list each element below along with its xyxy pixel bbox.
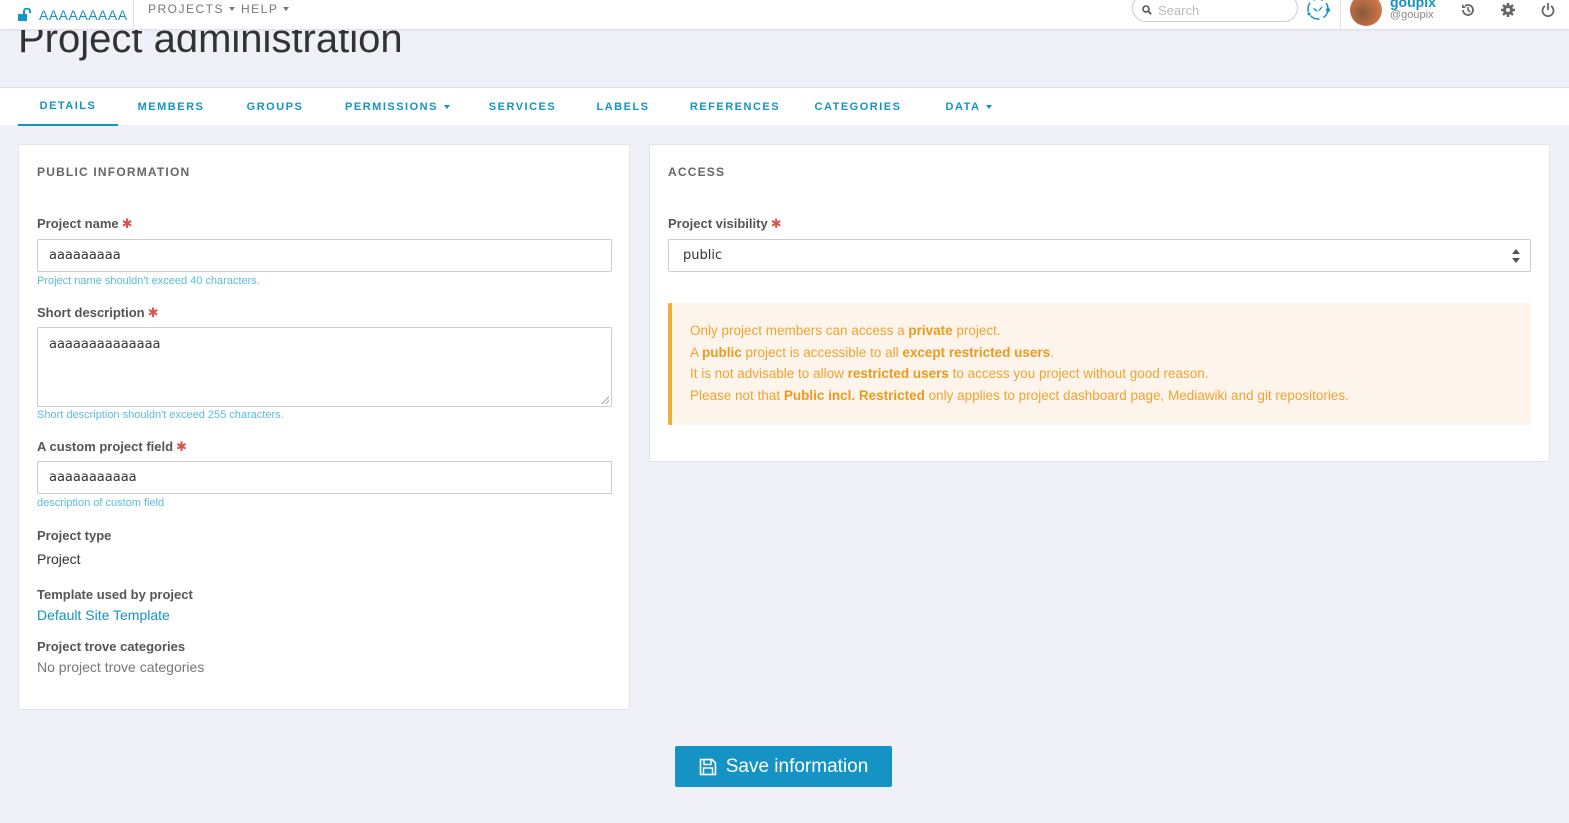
tab-label: CATEGORIES [814,101,902,113]
trove-value: No project trove categories [37,659,205,675]
select-arrows-icon [1512,249,1520,263]
section-title: ACCESS [668,165,726,179]
power-icon[interactable] [1540,2,1556,18]
projects-menu-label: PROJECTS [148,2,225,16]
alert-line: A public project is accessible to all ex… [690,344,1054,360]
alert-line: Please not that Public incl. Restricted … [690,387,1349,403]
alert-line: Only project members can access a privat… [690,323,1001,338]
app-logo-icon[interactable] [1305,0,1331,22]
help-menu-label: HELP [241,2,279,16]
divider [133,0,134,30]
project-visibility-select[interactable]: public [668,239,1531,272]
tab-services[interactable]: SERVICES [485,88,560,126]
project-type-value: Project [37,551,81,567]
save-information-button[interactable]: Save information [675,746,892,787]
public-information-card: PUBLIC INFORMATION Project name ✱ aaaaaaa… [18,144,630,710]
required-icon: ✱ [121,216,133,231]
input-value: aaaaaaaaa [49,248,121,263]
search-box [1132,0,1298,22]
user-avatar[interactable] [1350,0,1382,26]
project-name-help: Project name shouldn't exceed 40 charact… [37,275,260,287]
short-description-label: Short description ✱ [37,305,159,321]
gear-icon[interactable] [1500,2,1516,18]
user-handle: @goupix [1390,9,1434,21]
label-text: Project name [37,216,119,231]
custom-field-input[interactable]: aaaaaaaaaaa [37,461,612,494]
tab-label: PERMISSIONS [345,101,438,113]
tab-data[interactable]: DATA [940,88,998,126]
tab-label: SERVICES [488,101,557,113]
template-link[interactable]: Default Site Template [37,607,170,623]
search-input[interactable] [1158,2,1288,18]
alert-line: It is not advisable to allow restricted … [690,366,1209,382]
caret-down-icon [443,105,450,109]
custom-field-help: description of custom field [37,497,165,509]
tab-label: LABELS [596,101,650,113]
section-title: PUBLIC INFORMATION [37,165,191,179]
label-text: A custom project field [37,439,174,454]
label-text: Project visibility [668,216,768,231]
input-value: aaaaaaaaaaa [49,470,137,485]
save-icon [699,758,717,775]
divider [1340,0,1341,30]
tab-label: DETAILS [39,100,97,112]
tab-label: DATA [945,101,981,113]
label-text: Short description [37,305,145,320]
tab-label: GROUPS [246,101,304,113]
access-card: ACCESS Project visibility ✱ public Only p… [649,144,1550,462]
tab-label: MEMBERS [137,101,205,113]
project-name-label: Project name ✱ [37,216,133,232]
caret-down-icon [986,105,993,109]
tab-permissions[interactable]: PERMISSIONS [345,88,450,126]
project-visibility-label: Project visibility ✱ [668,216,782,232]
required-icon: ✱ [147,305,159,320]
short-description-help: Short description shouldn't exceed 255 c… [37,409,284,421]
tab-labels[interactable]: LABELS [592,88,654,126]
template-label: Template used by project [37,587,193,602]
project-name-input[interactable]: aaaaaaaaa [37,239,612,272]
tab-label: REFERENCES [689,101,781,113]
help-menu[interactable]: HELP [241,0,290,18]
tab-details[interactable]: DETAILS [18,88,118,126]
tab-categories[interactable]: CATEGORIES [815,88,901,126]
projects-menu[interactable]: PROJECTS [148,0,236,18]
tab-groups[interactable]: GROUPS [240,88,310,126]
project-type-label: Project type [37,528,112,543]
short-description-textarea[interactable]: aaaaaaaaaaaaaa [37,327,612,407]
tab-references[interactable]: REFERENCES [690,88,780,126]
select-value: public [683,248,723,263]
resize-handle-icon[interactable] [601,396,609,404]
search-icon [1142,5,1152,15]
caret-down-icon [283,7,290,11]
visibility-info-alert: Only project members can access a privat… [668,303,1531,425]
project-name: AAAAAAAAA [39,7,128,23]
project-link[interactable]: AAAAAAAAA [18,0,128,30]
top-navbar: AAAAAAAAA PROJECTS HELP goupix @goupix [0,0,1569,30]
history-icon[interactable] [1460,2,1476,18]
tab-members[interactable]: MEMBERS [131,88,211,126]
required-icon: ✱ [770,216,782,231]
trove-label: Project trove categories [37,639,186,654]
custom-field-label: A custom project field ✱ [37,439,187,455]
caret-down-icon [229,7,236,11]
unlock-icon [18,8,31,21]
save-button-label: Save information [725,755,869,777]
textarea-value: aaaaaaaaaaaaaa [49,337,161,352]
required-icon: ✱ [176,439,187,454]
tab-bar: DETAILS MEMBERS GROUPS PERMISSIONS SERVI… [0,87,1569,126]
